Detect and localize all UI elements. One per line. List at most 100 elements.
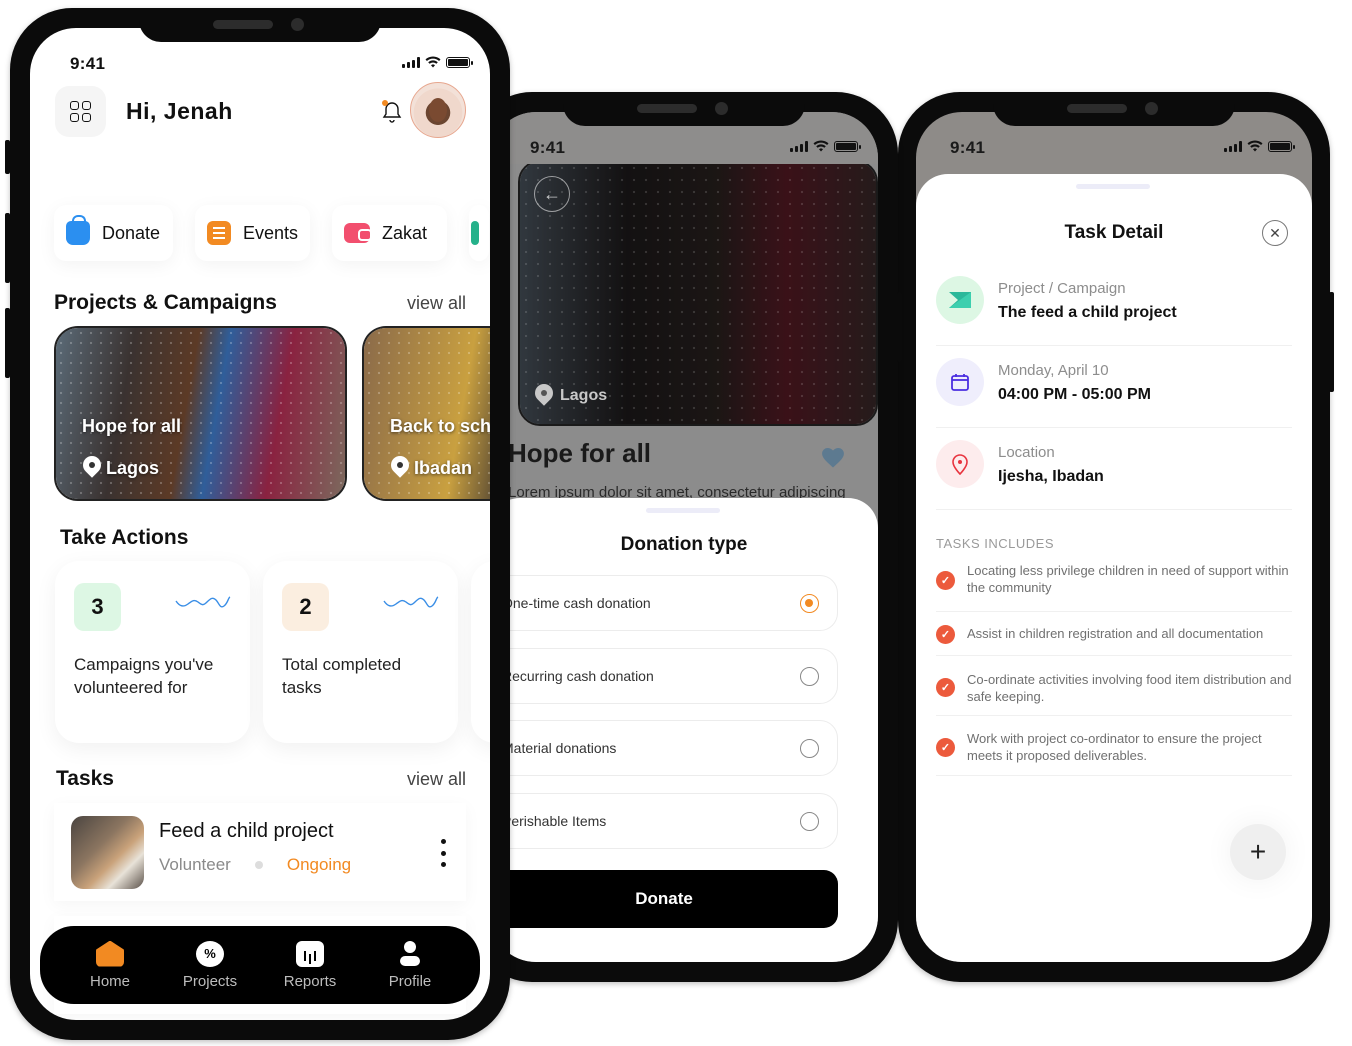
- quick-action-label: Zakat: [382, 222, 428, 243]
- sheet-grabber[interactable]: [646, 508, 720, 513]
- tab-profile[interactable]: Profile: [370, 940, 450, 990]
- wifi-icon: [425, 56, 441, 68]
- radio-unselected[interactable]: [800, 811, 819, 831]
- option-label: Recurring cash donation: [502, 668, 654, 684]
- tab-home[interactable]: Home: [70, 940, 150, 990]
- avatar[interactable]: [410, 82, 466, 138]
- view-all-projects-link[interactable]: view all: [407, 293, 466, 314]
- location-label: Lagos: [560, 387, 608, 404]
- signal-icon: [1224, 140, 1242, 152]
- stat-count: 2: [282, 583, 329, 631]
- quick-action-donate[interactable]: Donate: [54, 205, 173, 261]
- home-icon: [96, 940, 124, 967]
- donation-option[interactable]: Recurring cash donation: [490, 648, 838, 704]
- phone-side-button: [897, 292, 902, 362]
- tasks-section-header: Tasks view all: [56, 767, 466, 791]
- stat-card-campaigns[interactable]: 3 Campaigns you've volunteered for: [55, 561, 250, 743]
- phone-notch: [139, 8, 381, 42]
- stat-card-tasks[interactable]: 2 Total completed tasks: [263, 561, 458, 743]
- tab-projects[interactable]: Projects: [170, 940, 250, 990]
- projects-section-header: Projects & Campaigns view all: [54, 291, 466, 315]
- system-icons: [790, 140, 861, 152]
- quick-actions: Donate Events Zakat: [54, 205, 489, 261]
- flag-icon: [936, 276, 984, 324]
- task-include-text: Work with project co-ordinator to ensure…: [967, 731, 1262, 763]
- donate-button[interactable]: Donate: [490, 870, 838, 928]
- notification-button[interactable]: [382, 100, 402, 124]
- phone-home: 9:41 Hi, Jenah Donate Events Zakat Proje…: [5, 8, 510, 1040]
- menu-button[interactable]: [55, 86, 106, 137]
- tab-label: Projects: [182, 972, 238, 990]
- quick-action-zakat[interactable]: Zakat: [332, 205, 447, 261]
- phone-notch: [993, 92, 1235, 126]
- campaign-card[interactable]: Back to sch Ibadan: [362, 326, 490, 501]
- task-detail-title: Task Detail: [1064, 222, 1164, 243]
- radio-selected[interactable]: [800, 593, 819, 613]
- tab-label: Profile: [388, 972, 432, 990]
- campaign-title: Hope for all: [82, 416, 182, 436]
- phone-side-button: [1329, 292, 1334, 392]
- option-label: One-time cash donation: [502, 595, 651, 611]
- option-label: Perishable Items: [502, 813, 607, 829]
- campaign-hero-image: ← Lagos: [518, 160, 878, 426]
- close-icon: ✕: [1269, 224, 1281, 241]
- status-time: 9:41: [950, 138, 986, 157]
- donation-option[interactable]: One-time cash donation: [490, 575, 838, 631]
- task-detail-sheet: Task Detail ✕ Project / Campaign The fee…: [916, 174, 1312, 962]
- phone-notch: [563, 92, 805, 126]
- info-row-location: Location Ijesha, Ibadan: [936, 428, 1292, 510]
- check-circle-icon: ✓: [936, 678, 955, 697]
- section-title: Tasks: [56, 767, 114, 790]
- sheet-grabber[interactable]: [1076, 184, 1150, 189]
- option-label: Material donations: [502, 740, 617, 756]
- location-pin-icon: [82, 456, 102, 480]
- quick-action-more[interactable]: [469, 205, 489, 261]
- donation-option[interactable]: Perishable Items: [490, 793, 838, 849]
- stat-card-partial[interactable]: [471, 561, 490, 743]
- plus-icon: +: [1249, 836, 1267, 867]
- list-icon: [207, 221, 231, 245]
- heart-icon[interactable]: [822, 448, 844, 468]
- more-options-icon[interactable]: [440, 839, 446, 867]
- location-pin-icon: [534, 384, 554, 408]
- quick-action-events[interactable]: Events: [195, 205, 310, 261]
- back-button[interactable]: ←: [534, 176, 570, 212]
- section-title: Projects & Campaigns: [54, 291, 277, 314]
- info-label: Project / Campaign: [998, 280, 1126, 297]
- separator-dot: [254, 861, 263, 869]
- add-button[interactable]: +: [1230, 824, 1286, 880]
- section-title: Take Actions: [60, 526, 189, 549]
- phone-task-detail: 9:41 Task Detail ✕ Project / Campaign Th…: [898, 92, 1334, 982]
- donation-option[interactable]: Material donations: [490, 720, 838, 776]
- campaign-title: Hope for all: [508, 438, 652, 468]
- donation-type-sheet: Donation type One-time cash donation Rec…: [490, 498, 878, 962]
- check-circle-icon: ✓: [936, 738, 955, 757]
- campaign-card[interactable]: Hope for all Lagos: [54, 326, 347, 501]
- radio-unselected[interactable]: [800, 738, 819, 758]
- stat-count: 3: [74, 583, 121, 631]
- task-row[interactable]: Feed a child project Volunteer Ongoing: [54, 803, 466, 901]
- donation-screen: 9:41 ← Lagos Hope for all Lorem ipsum do…: [490, 112, 878, 962]
- user-icon: [396, 940, 424, 967]
- info-row-date: Monday, April 10 04:00 PM - 05:00 PM: [936, 346, 1292, 428]
- task-include-item: ✓ Co-ordinate activities involving food …: [936, 656, 1292, 716]
- info-label: Monday, April 10: [998, 362, 1109, 379]
- location-pin-icon: [936, 440, 984, 488]
- shopping-bag-icon: [66, 215, 90, 245]
- discount-badge-icon: [196, 940, 224, 967]
- battery-icon: [1268, 140, 1295, 152]
- tab-reports[interactable]: Reports: [270, 940, 350, 990]
- view-all-tasks-link[interactable]: view all: [407, 769, 466, 790]
- task-role: Volunteer: [159, 855, 231, 874]
- apps-icon: [471, 221, 479, 245]
- wifi-icon: [1247, 140, 1263, 152]
- phone-side-button: [5, 213, 10, 283]
- close-button[interactable]: ✕: [1262, 220, 1288, 246]
- quick-action-label: Donate: [102, 222, 161, 243]
- radio-unselected[interactable]: [800, 666, 819, 686]
- stat-label: Total completed tasks: [282, 655, 402, 697]
- system-icons: [1224, 140, 1295, 152]
- info-value: The feed a child project: [998, 304, 1177, 321]
- campaign-location: Lagos: [82, 456, 159, 480]
- bottom-tab-bar: Home Projects Reports Profile: [40, 926, 480, 1004]
